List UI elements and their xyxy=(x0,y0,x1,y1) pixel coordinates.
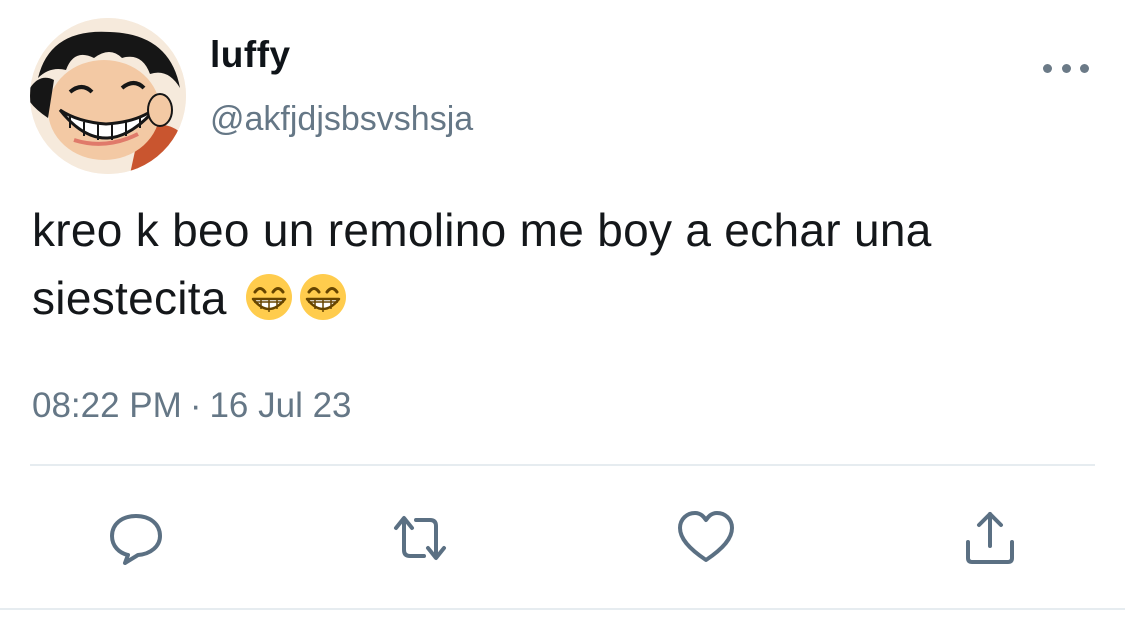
avatar-image xyxy=(30,18,186,174)
tweet-time: 08:22 PM xyxy=(32,386,182,425)
share-icon xyxy=(966,512,1014,564)
dot xyxy=(1043,63,1052,73)
avatar[interactable] xyxy=(30,18,186,174)
grinning-face-with-smiling-eyes-icon xyxy=(244,272,294,340)
timestamp-separator: · xyxy=(189,386,202,425)
reply-icon xyxy=(110,514,162,565)
grinning-face-with-smiling-eyes-icon xyxy=(298,272,348,340)
dot xyxy=(1061,63,1071,73)
more-options-icon[interactable] xyxy=(1043,56,1089,80)
divider xyxy=(0,608,1125,610)
tweet-date: 16 Jul 23 xyxy=(209,386,352,425)
tweet-body: kreo k beo un remolino me boy a echar un… xyxy=(32,204,932,324)
retweet-icon xyxy=(394,516,446,560)
timestamp[interactable]: 08:22 PM · 16 Jul 23 xyxy=(32,386,352,426)
share-button[interactable] xyxy=(960,508,1020,568)
user-handle[interactable]: @akfjdjsbsvshsja xyxy=(210,100,473,139)
reply-button[interactable] xyxy=(106,508,166,568)
like-icon xyxy=(678,511,734,562)
display-name[interactable]: luffy xyxy=(210,34,291,76)
like-button[interactable] xyxy=(676,508,736,568)
tweet-card: luffy @akfjdjsbsvshsja kreo k beo un rem… xyxy=(0,0,1125,623)
tweet-text: kreo k beo un remolino me boy a echar un… xyxy=(32,196,1092,340)
dot xyxy=(1080,63,1089,73)
retweet-button[interactable] xyxy=(390,508,450,568)
divider xyxy=(30,464,1095,466)
